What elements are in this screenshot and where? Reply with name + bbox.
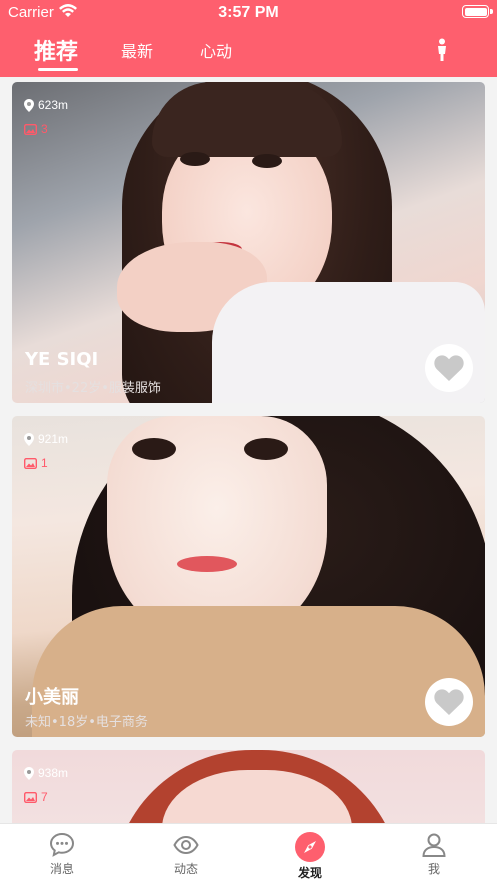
tab-active-indicator (38, 68, 78, 71)
compass-icon (295, 832, 325, 862)
profile-name: YE SIQI (25, 349, 99, 370)
photo-album-icon (24, 123, 37, 135)
distance-label: 623m (38, 98, 69, 112)
photo-count: 7 (24, 790, 48, 804)
distance: 921m (24, 432, 68, 446)
photo-count: 1 (24, 456, 48, 470)
status-bar: Carrier 3:57 PM (0, 0, 497, 26)
tabbar-label: 消息 (49, 862, 74, 876)
photo-count-label: 1 (41, 456, 48, 470)
tabbar-item-moments[interactable]: 动态 (156, 832, 216, 877)
distance: 623m (24, 98, 68, 112)
photo-eye (180, 152, 210, 166)
photo-count-label: 7 (41, 790, 48, 804)
distance-label: 921m (38, 432, 69, 446)
distance: 938m (24, 766, 68, 780)
like-button[interactable] (425, 678, 473, 726)
eye-icon (173, 835, 199, 855)
tabbar-label: 我 (427, 862, 440, 876)
heart-icon (434, 354, 464, 381)
person-icon[interactable] (434, 38, 450, 62)
battery-icon (462, 5, 489, 18)
photo-count: 3 (24, 122, 48, 136)
photo-bangs (152, 82, 342, 157)
photo-lips (177, 556, 237, 572)
tab-latest[interactable]: 最新 (121, 38, 153, 62)
feed[interactable]: 623m 3 YE SIQI 深圳市•22岁•服装服饰 921m 1 小美丽 未… (0, 77, 497, 823)
photo-eye (252, 154, 282, 168)
profile-description: 未知•18岁•电子商务 (25, 715, 148, 730)
user-icon (422, 833, 446, 857)
profile-card[interactable]: 921m 1 小美丽 未知•18岁•电子商务 (12, 416, 485, 737)
profile-name: 小美丽 (25, 687, 79, 708)
location-pin-icon (24, 766, 34, 780)
profile-description: 深圳市•22岁•服装服饰 (25, 381, 161, 396)
bottom-tab-bar: 消息 动态 发现 我 (0, 823, 497, 883)
tabbar-item-discover[interactable]: 发现 (280, 832, 340, 881)
photo-album-icon (24, 791, 37, 803)
profile-card[interactable]: 938m 7 (12, 750, 485, 823)
heart-icon (434, 688, 464, 715)
tab-recommend[interactable]: 推荐 (34, 34, 78, 66)
battery-tip (490, 9, 493, 14)
tab-heartbeat[interactable]: 心动 (200, 38, 232, 62)
clock: 3:57 PM (218, 4, 279, 21)
photo-album-icon (24, 457, 37, 469)
chat-bubble-icon (49, 832, 75, 857)
like-button[interactable] (425, 344, 473, 392)
photo-eye (244, 438, 288, 460)
tabbar-item-messages[interactable]: 消息 (32, 832, 92, 877)
photo-eye (132, 438, 176, 460)
location-pin-icon (24, 98, 34, 112)
photo-count-label: 3 (41, 122, 48, 136)
tabbar-label: 动态 (173, 862, 198, 876)
distance-label: 938m (38, 766, 69, 780)
profile-card[interactable]: 623m 3 YE SIQI 深圳市•22岁•服装服饰 (12, 82, 485, 403)
tabbar-label: 发现 (297, 866, 322, 880)
location-pin-icon (24, 432, 34, 446)
tabbar-item-me[interactable]: 我 (404, 832, 464, 877)
